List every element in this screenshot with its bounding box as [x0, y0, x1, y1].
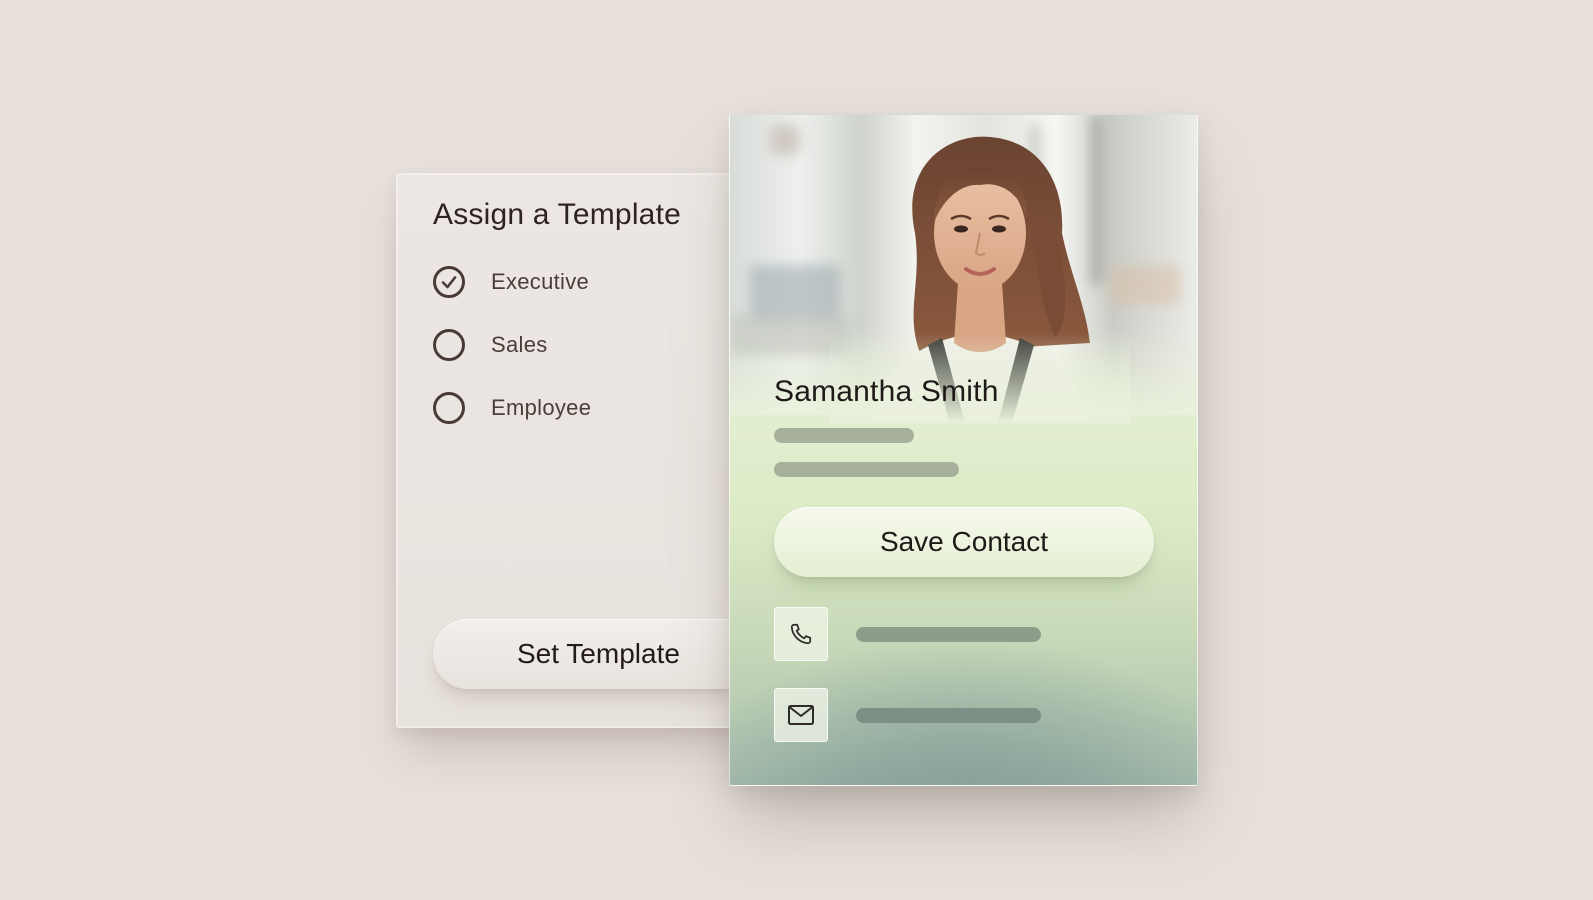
- radio-unchecked-icon[interactable]: [433, 392, 465, 424]
- email-row: [774, 688, 1041, 742]
- template-option-employee[interactable]: Employee: [433, 389, 591, 427]
- mail-icon[interactable]: [774, 688, 828, 742]
- phone-placeholder: [856, 626, 1041, 642]
- template-option-sales[interactable]: Sales: [433, 326, 548, 364]
- phone-icon[interactable]: [774, 607, 828, 661]
- company-placeholder: [774, 462, 959, 477]
- save-contact-button[interactable]: Save Contact: [774, 507, 1154, 577]
- option-label: Employee: [491, 395, 592, 420]
- assign-template-panel: Assign a Template Executive Sales Employ…: [396, 173, 773, 728]
- email-placeholder: [856, 707, 1041, 723]
- contact-name: Samantha Smith: [774, 375, 999, 408]
- radio-unchecked-icon[interactable]: [433, 329, 465, 361]
- option-label: Sales: [491, 332, 548, 357]
- contact-card: Samantha Smith Save Contact: [729, 114, 1198, 786]
- radio-checked-icon[interactable]: [433, 266, 465, 298]
- profile-photo: [730, 115, 1197, 423]
- title-placeholder: [774, 428, 914, 443]
- template-option-executive[interactable]: Executive: [433, 263, 589, 301]
- panel-title: Assign a Template: [433, 198, 681, 231]
- phone-row: [774, 607, 1041, 661]
- option-label: Executive: [491, 269, 590, 294]
- set-template-button[interactable]: Set Template: [433, 619, 773, 689]
